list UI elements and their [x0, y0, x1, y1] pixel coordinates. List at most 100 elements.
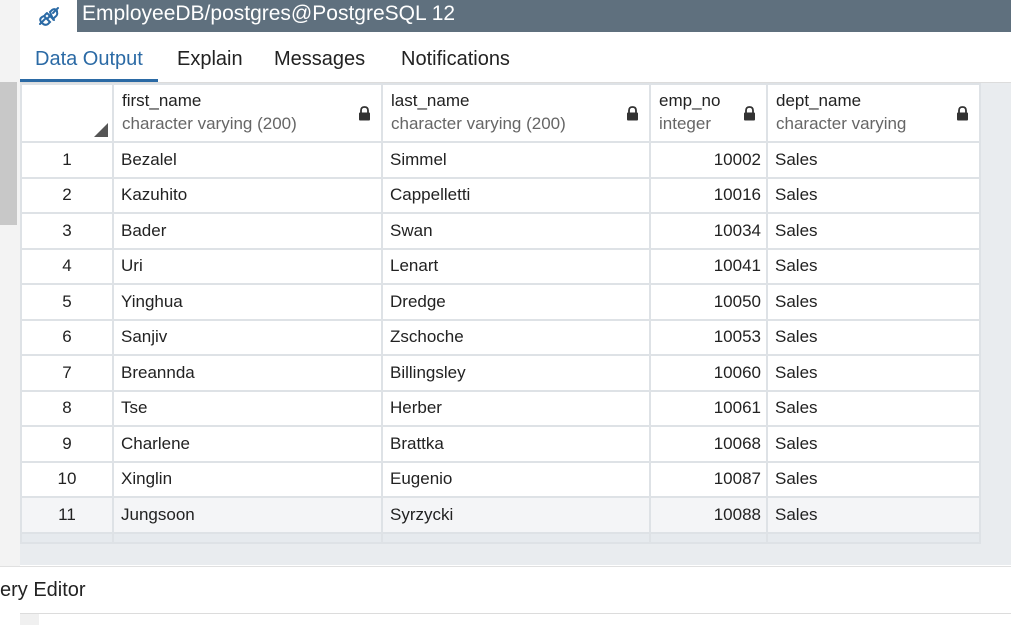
cell-dept-name[interactable]: Sales — [766, 318, 981, 356]
cell-dept-name[interactable]: Sales — [766, 389, 981, 427]
cell-last-name[interactable]: Zschoche — [381, 318, 651, 356]
cell-first-name[interactable]: Charlene — [112, 425, 383, 463]
cell-last-name — [381, 531, 651, 544]
cell-last-name[interactable]: Dredge — [381, 283, 651, 321]
cell-emp-no[interactable]: 10041 — [649, 247, 768, 285]
row-number[interactable]: 9 — [20, 425, 114, 463]
table-row[interactable]: 1 Bezalel Simmel 10002 Sales — [20, 141, 981, 179]
table-row[interactable]: 9 Charlene Brattka 10068 Sales — [20, 425, 981, 463]
cell-first-name[interactable]: Bader — [112, 212, 383, 250]
column-header-emp-no[interactable]: emp_no integer — [649, 83, 768, 143]
cell-emp-no[interactable]: 10002 — [649, 141, 768, 179]
select-all-corner[interactable] — [20, 83, 114, 143]
cell-first-name[interactable]: Kazuhito — [112, 176, 383, 214]
row-number[interactable]: 4 — [20, 247, 114, 285]
cell-emp-no[interactable]: 10060 — [649, 354, 768, 392]
table-row[interactable]: 5 Yinghua Dredge 10050 Sales — [20, 283, 981, 321]
cell-dept-name[interactable]: Sales — [766, 176, 981, 214]
row-number[interactable]: 6 — [20, 318, 114, 356]
table-row[interactable]: 10 Xinglin Eugenio 10087 Sales — [20, 460, 981, 498]
row-number[interactable]: 8 — [20, 389, 114, 427]
cell-last-name[interactable]: Billingsley — [381, 354, 651, 392]
table-row[interactable]: 2 Kazuhito Cappelletti 10016 Sales — [20, 176, 981, 214]
cell-dept-name[interactable]: Sales — [766, 141, 981, 179]
left-gutter — [0, 0, 20, 625]
row-number[interactable]: 3 — [20, 212, 114, 250]
result-tabs: Data Output Explain Messages Notificatio… — [20, 34, 1011, 83]
cell-dept-name[interactable]: Sales — [766, 460, 981, 498]
cell-last-name[interactable]: Cappelletti — [381, 176, 651, 214]
lock-icon — [744, 106, 755, 121]
column-header-last-name[interactable]: last_name character varying (200) — [381, 83, 651, 143]
cell-emp-no[interactable]: 10016 — [649, 176, 768, 214]
cell-last-name[interactable]: Syrzycki — [381, 496, 651, 534]
column-type: character varying (200) — [391, 114, 566, 133]
tab-notifications[interactable]: Notifications — [386, 34, 525, 79]
cell-dept-name[interactable]: Sales — [766, 425, 981, 463]
cell-dept-name[interactable]: Sales — [766, 496, 981, 534]
vertical-scrollbar-thumb[interactable] — [0, 82, 17, 225]
cell-last-name[interactable]: Swan — [381, 212, 651, 250]
tab-explain[interactable]: Explain — [162, 34, 258, 79]
cell-first-name — [112, 531, 383, 544]
table-row[interactable]: 3 Bader Swan 10034 Sales — [20, 212, 981, 250]
cell-emp-no[interactable]: 10053 — [649, 318, 768, 356]
cell-dept-name[interactable]: Sales — [766, 283, 981, 321]
table-row[interactable]: 11 Jungsoon Syrzycki 10088 Sales — [20, 496, 981, 534]
table-row[interactable]: 6 Sanjiv Zschoche 10053 Sales — [20, 318, 981, 356]
data-output-grid: first_name character varying (200) last_… — [20, 83, 1011, 565]
row-number — [20, 531, 114, 544]
cell-last-name[interactable]: Lenart — [381, 247, 651, 285]
cell-emp-no[interactable]: 10088 — [649, 496, 768, 534]
cell-last-name[interactable]: Brattka — [381, 425, 651, 463]
cell-first-name[interactable]: Tse — [112, 389, 383, 427]
cell-emp-no[interactable]: 10050 — [649, 283, 768, 321]
cell-dept-name[interactable]: Sales — [766, 247, 981, 285]
row-number[interactable]: 10 — [20, 460, 114, 498]
cell-first-name[interactable]: Bezalel — [112, 141, 383, 179]
row-number[interactable]: 1 — [20, 141, 114, 179]
cell-dept-name[interactable]: Sales — [766, 212, 981, 250]
cell-dept-name[interactable]: Sales — [766, 354, 981, 392]
select-all-corner-icon — [94, 123, 108, 137]
table-row[interactable]: 4 Uri Lenart 10041 Sales — [20, 247, 981, 285]
cell-last-name[interactable]: Herber — [381, 389, 651, 427]
connection-plug-icon[interactable] — [20, 0, 77, 32]
row-number[interactable]: 2 — [20, 176, 114, 214]
cell-emp-no[interactable]: 10068 — [649, 425, 768, 463]
column-header-first-name[interactable]: first_name character varying (200) — [112, 83, 383, 143]
lock-icon — [957, 106, 968, 121]
cell-first-name[interactable]: Xinglin — [112, 460, 383, 498]
column-type: character varying (200) — [122, 114, 297, 133]
column-name: last_name — [391, 91, 470, 110]
row-number[interactable]: 7 — [20, 354, 114, 392]
cell-emp-no[interactable]: 10087 — [649, 460, 768, 498]
results-table: first_name character varying (200) last_… — [20, 83, 981, 544]
cell-first-name[interactable]: Yinghua — [112, 283, 383, 321]
cell-emp-no — [649, 531, 768, 544]
column-header-dept-name[interactable]: dept_name character varying — [766, 83, 981, 143]
lock-icon — [359, 106, 370, 121]
header-row: first_name character varying (200) last_… — [20, 83, 981, 143]
tab-data-output[interactable]: Data Output — [20, 34, 158, 82]
column-name: first_name — [122, 91, 202, 110]
table-row-partial — [20, 531, 981, 544]
divider — [20, 613, 1011, 614]
cell-first-name[interactable]: Jungsoon — [112, 496, 383, 534]
table-row[interactable]: 8 Tse Herber 10061 Sales — [20, 389, 981, 427]
cell-first-name[interactable]: Breannda — [112, 354, 383, 392]
cell-emp-no[interactable]: 10061 — [649, 389, 768, 427]
row-number[interactable]: 11 — [20, 496, 114, 534]
column-type: character varying — [776, 114, 907, 133]
cell-first-name[interactable]: Sanjiv — [112, 318, 383, 356]
connection-title-bar: EmployeeDB/postgres@PostgreSQL 12 — [20, 0, 1011, 32]
tab-query-editor[interactable]: ery Editor — [0, 568, 86, 612]
table-row[interactable]: 7 Breannda Billingsley 10060 Sales — [20, 354, 981, 392]
cell-first-name[interactable]: Uri — [112, 247, 383, 285]
tab-messages[interactable]: Messages — [259, 34, 380, 79]
cell-last-name[interactable]: Eugenio — [381, 460, 651, 498]
cell-last-name[interactable]: Simmel — [381, 141, 651, 179]
cell-emp-no[interactable]: 10034 — [649, 212, 768, 250]
row-number[interactable]: 5 — [20, 283, 114, 321]
connection-title: EmployeeDB/postgres@PostgreSQL 12 — [82, 2, 456, 25]
